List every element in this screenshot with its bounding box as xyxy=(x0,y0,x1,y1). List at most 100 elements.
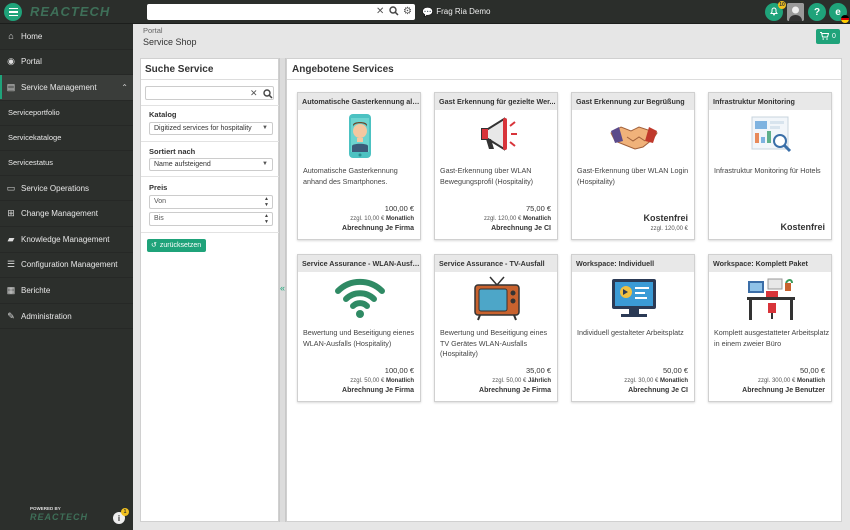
card-period: Monatlich xyxy=(386,378,414,384)
service-card[interactable]: Service Assurance - WLAN-Ausfall Bewertu… xyxy=(297,254,421,402)
service-search-input[interactable]: ✕ xyxy=(145,86,274,100)
service-card[interactable]: Infrastruktur Monitoring Infrastruktur M… xyxy=(708,92,832,240)
sidebar-item-knowledge-management[interactable]: ▰ Knowledge Management xyxy=(0,227,133,253)
monitoring-dashboard-icon xyxy=(746,113,796,159)
card-description: Bewertung und Beseitigung eines TV Gerät… xyxy=(440,328,548,358)
ask-ria-label: Frag Ria Demo xyxy=(436,7,491,16)
panel-splitter[interactable]: « xyxy=(279,58,286,522)
card-fee: zzgl. 10,00 € Monatlich xyxy=(350,216,414,222)
handshake-icon xyxy=(609,113,659,159)
card-fee: zzgl. 50,00 € Jährlich xyxy=(492,378,551,384)
reset-button[interactable]: ↺ zurücksetzen xyxy=(147,239,207,252)
german-flag-icon xyxy=(841,15,849,23)
cart-count: 0 xyxy=(832,33,836,40)
card-fee-amount: zzgl. 30,00 € xyxy=(624,378,659,384)
clear-icon[interactable]: ✕ xyxy=(250,88,258,99)
powered-by-logo: POWERED BY REACTECH xyxy=(30,506,88,522)
sidebar-item-configuration-management[interactable]: ☰ Configuration Management xyxy=(0,253,133,279)
sort-value: Name aufsteigend xyxy=(154,161,211,168)
card-description: Gast-Erkennung über WLAN Login (Hospital… xyxy=(577,166,689,186)
sidebar-item-berichte[interactable]: ▦ Berichte xyxy=(0,278,133,304)
card-price: 100,00 € xyxy=(384,366,414,375)
katalog-value: Digitized services for hospitality xyxy=(154,125,252,132)
services-panel: Angebotene Services Automatische Gasterk… xyxy=(286,58,842,522)
search-icon[interactable] xyxy=(389,6,399,20)
globe-icon: ◉ xyxy=(7,56,15,67)
info-badge: 1 xyxy=(121,508,129,516)
card-period: Monatlich xyxy=(797,378,825,384)
wifi-icon xyxy=(335,275,385,321)
ask-ria-button[interactable]: 💬 Frag Ria Demo xyxy=(422,6,490,18)
card-description: Automatische Gasterkennung anhand des Sm… xyxy=(303,166,398,186)
card-price: Kostenfrei xyxy=(643,213,688,223)
global-search-input[interactable]: ✕ ⚙ xyxy=(147,4,415,20)
sidebar-item-service-operations[interactable]: ▭ Service Operations xyxy=(0,176,133,202)
top-bar: REACTECH ✕ ⚙ 💬 Frag Ria Demo 10 ? e xyxy=(0,0,850,24)
card-billing: Abrechnung Je Benutzer xyxy=(742,387,825,394)
sidebar: ⌂ Home ◉ Portal ▤ Service Management ⌃ S… xyxy=(0,24,133,530)
service-card[interactable]: Automatische Gasterkennung als... Automa… xyxy=(297,92,421,240)
card-fee-amount: zzgl. 50,00 € xyxy=(350,378,385,384)
katalog-select[interactable]: Digitized services for hospitality ▼ xyxy=(149,122,273,135)
service-card[interactable]: Gast Erkennung zur Begrüßung Gast-Erkenn… xyxy=(571,92,695,240)
service-card[interactable]: Service Assurance - TV-Ausfall Bewertung… xyxy=(434,254,558,402)
sidebar-item-label: Portal xyxy=(21,57,42,67)
chevron-up-icon: ⌃ xyxy=(121,82,128,92)
powered-by-brand: REACTECH xyxy=(30,512,89,522)
price-label: Preis xyxy=(149,183,168,192)
user-avatar-icon[interactable] xyxy=(787,3,804,21)
filter-panel: Suche Service ✕ Katalog Digitized servic… xyxy=(140,58,280,522)
double-chevron-left-icon[interactable]: « xyxy=(280,283,285,293)
card-title: Gast Erkennung für gezielte Wer... xyxy=(435,93,557,110)
card-period: Monatlich xyxy=(523,216,551,222)
stepper-icon[interactable]: ▲ ▼ xyxy=(264,196,269,208)
service-card[interactable]: Workspace: Individuell Individuell gesta… xyxy=(571,254,695,402)
help-icon[interactable]: ? xyxy=(808,3,826,21)
card-description: Komplett ausgestatteter Arbeitsplatz in … xyxy=(714,328,830,348)
sidebar-subitem-servicestatus[interactable]: Servicestatus xyxy=(0,150,133,176)
sidebar-subitem-serviceportfolio[interactable]: Serviceportfolio xyxy=(0,100,133,126)
card-title: Workspace: Komplett Paket xyxy=(709,255,831,272)
card-title: Workspace: Individuell xyxy=(572,255,694,272)
card-billing: Abrechnung Je Firma xyxy=(342,225,414,232)
service-card[interactable]: Gast Erkennung für gezielte Wer... Gast-… xyxy=(434,92,558,240)
sidebar-subitem-servicekataloge[interactable]: Servicekataloge xyxy=(0,125,133,151)
card-period: Monatlich xyxy=(386,216,414,222)
service-card[interactable]: Workspace: Komplett Paket Komplett ausge… xyxy=(708,254,832,402)
sidebar-item-label: Knowledge Management xyxy=(21,234,110,244)
sidebar-item-change-management[interactable]: ⊞ Change Management xyxy=(0,201,133,227)
card-fee-amount: zzgl. 10,00 € xyxy=(350,216,385,222)
clear-icon[interactable]: ✕ xyxy=(376,6,384,18)
card-fee: zzgl. 120,00 € xyxy=(651,226,688,232)
app-logo[interactable]: REACTECH xyxy=(30,5,125,19)
card-fee-amount: zzgl. 120,00 € xyxy=(650,226,688,232)
divider xyxy=(141,141,280,142)
breadcrumb[interactable]: Portal xyxy=(143,26,163,35)
price-from-input[interactable]: Von ▲ ▼ xyxy=(149,195,273,209)
chevron-down-icon: ▼ xyxy=(262,125,268,131)
card-price: 100,00 € xyxy=(384,204,414,213)
sitemap-icon: ⊞ xyxy=(7,208,15,219)
clipboard-icon: ▤ xyxy=(6,81,16,92)
notification-badge: 10 xyxy=(778,1,786,9)
card-fee-amount: zzgl. 300,00 € xyxy=(757,378,796,384)
menu-icon[interactable] xyxy=(4,3,22,21)
sidebar-item-home[interactable]: ⌂ Home xyxy=(0,24,133,50)
stepper-icon[interactable]: ▲ ▼ xyxy=(264,213,269,225)
cart-button[interactable]: 0 xyxy=(816,29,840,44)
sidebar-item-portal[interactable]: ◉ Portal xyxy=(0,50,133,76)
card-billing: Abrechnung Je CI xyxy=(628,387,688,394)
sort-select[interactable]: Name aufsteigend ▼ xyxy=(149,158,273,171)
sidebar-item-service-management[interactable]: ▤ Service Management ⌃ xyxy=(0,75,133,101)
sidebar-item-administration[interactable]: ✎ Administration xyxy=(0,304,133,330)
card-description: Gast-Erkennung über WLAN Bewegungsprofil… xyxy=(440,166,534,186)
price-to-input[interactable]: Bis ▲ ▼ xyxy=(149,212,273,226)
notifications-button[interactable]: 10 xyxy=(765,1,786,21)
info-icon[interactable]: i 1 xyxy=(113,508,129,524)
card-billing: Abrechnung Je Firma xyxy=(479,387,551,394)
card-fee: zzgl. 300,00 € Monatlich xyxy=(758,378,825,384)
language-icon[interactable]: e xyxy=(829,3,849,23)
settings-icon[interactable]: ⚙ xyxy=(403,6,412,18)
divider xyxy=(141,232,280,233)
search-icon[interactable] xyxy=(263,89,273,102)
